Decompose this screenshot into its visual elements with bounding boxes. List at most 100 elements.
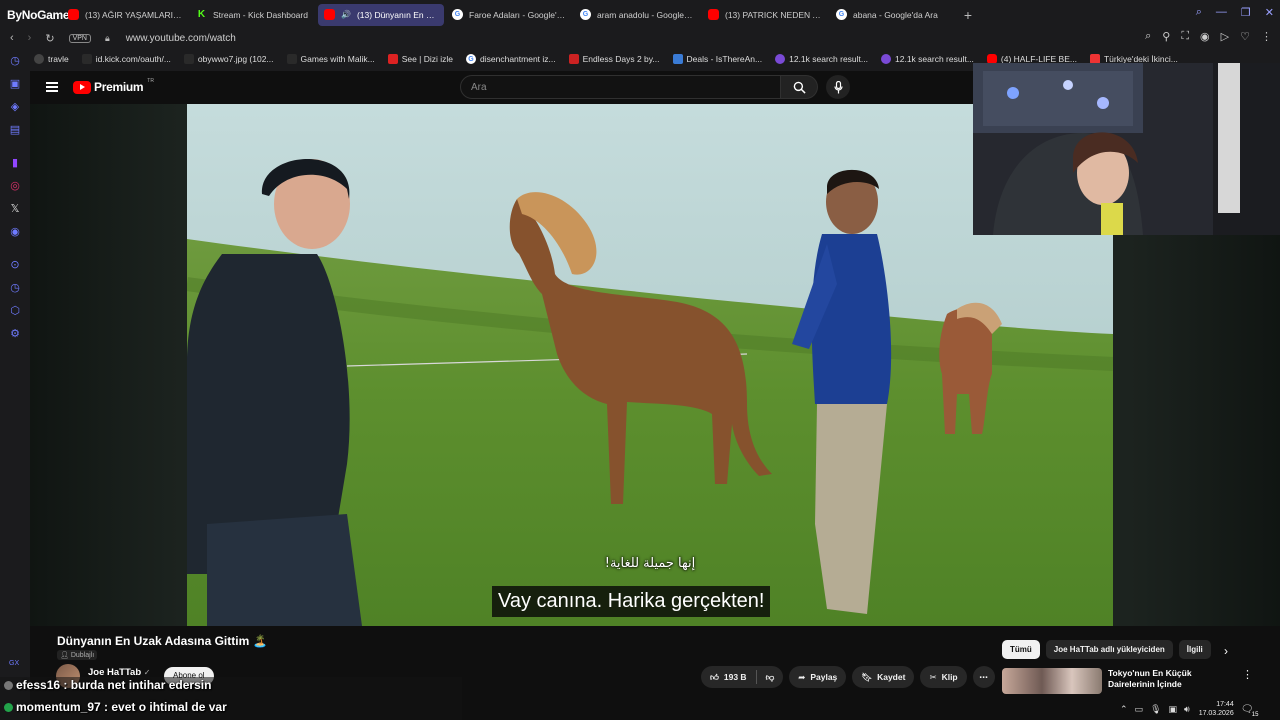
bookmark[interactable]: 12.1k search result...	[775, 54, 868, 64]
mic-icon[interactable]: 🎙︎	[1150, 704, 1161, 715]
chat-message: efess16 : burda net intihar edersin	[4, 678, 211, 692]
play-circle-icon[interactable]: ⊙	[8, 257, 22, 271]
browser-tab[interactable]: (13) PATRICK NEDEN APTA...	[702, 4, 828, 26]
chip-from-uploader[interactable]: Joe HaTTab adlı yükleyiciden	[1045, 640, 1173, 659]
more-icon[interactable]: ⋮	[1261, 30, 1272, 43]
dislike-button[interactable]: 👎︎	[757, 666, 784, 688]
vpn-badge[interactable]: VPN	[68, 33, 91, 43]
dubbed-badge: 👤︎ Dublajlı	[57, 650, 98, 660]
search-input[interactable]: Ara	[460, 75, 781, 99]
youtube-icon	[708, 9, 719, 20]
browser-tab[interactable]: Garam anadolu - Google'da...	[574, 4, 700, 26]
twitch-icon[interactable]: ▮	[8, 155, 22, 169]
bookmark[interactable]: 12.1k search result...	[881, 54, 974, 64]
screenshot-icon[interactable]: ⛶	[1181, 30, 1189, 43]
gx-icon[interactable]: GX	[9, 660, 19, 667]
clock[interactable]: 17:44 17.03.2026	[1199, 700, 1234, 718]
message-icon[interactable]: ▤	[8, 122, 22, 136]
new-tab-button[interactable]: +	[958, 7, 978, 23]
recommended-title[interactable]: Tokyo'nun En Küçük Dairelerinin İçinde	[1108, 668, 1234, 694]
lock-icon[interactable]: 🔒︎	[105, 33, 110, 44]
browser-tab[interactable]: K Stream - Kick Dashboard	[190, 4, 316, 26]
recommendation-chips: Tümü Joe HaTTab adlı yükleyiciden İlgili	[1002, 640, 1211, 659]
pin-icon[interactable]: ⚲	[1162, 30, 1170, 43]
audio-icon[interactable]: 🔊	[341, 10, 351, 19]
google-icon: G	[452, 9, 463, 20]
chip-all[interactable]: Tümü	[1002, 640, 1040, 659]
camera-icon[interactable]: ◉	[1200, 30, 1210, 43]
bookmark[interactable]: Gdisenchantment iz...	[466, 54, 556, 64]
bookmark-label: 12.1k search result...	[789, 54, 868, 64]
browser-tab[interactable]: (13) AĞIR YAŞAMLARIN EN...	[62, 4, 188, 26]
thumbs-up-icon: 👍︎	[710, 671, 719, 682]
bookmark[interactable]: See | Dizi izle	[387, 54, 453, 64]
network-icon[interactable]: ▣	[1169, 704, 1178, 715]
clock-icon[interactable]: ◷	[8, 280, 22, 294]
stream-chat-overlay: efess16 : burda net intihar edersin mome…	[0, 677, 462, 720]
window-controls: ⌕ — ❐ ✕	[1196, 6, 1274, 19]
x-icon[interactable]: 𝕏	[8, 201, 22, 215]
clip-button[interactable]: ✂ Klip	[920, 666, 967, 688]
share-button[interactable]: ➦ Paylaş	[789, 666, 847, 688]
google-icon: G	[836, 9, 847, 20]
reload-icon[interactable]: ↻	[45, 32, 54, 45]
more-actions-button[interactable]: ⋯	[972, 666, 995, 688]
save-button[interactable]: 🔖︎ Kaydet	[852, 666, 915, 688]
like-button[interactable]: 👍︎ 193 B	[701, 666, 756, 688]
recommended-thumbnail[interactable]	[1002, 668, 1102, 694]
bag-icon[interactable]: ▣	[8, 76, 22, 90]
bookmark-icon: 🔖︎	[861, 671, 873, 682]
bookmark[interactable]: Games with Malik...	[286, 54, 375, 64]
restore-icon[interactable]: ❐	[1241, 6, 1251, 19]
bookmark-label: Games with Malik...	[300, 54, 375, 64]
subtitle-turkish: Vay canına. Harika gerçekten!	[492, 586, 771, 617]
menu-icon[interactable]	[46, 82, 58, 92]
bookmark[interactable]: obywwo7.jpg (102...	[183, 54, 274, 64]
chip-related[interactable]: İlgili	[1178, 640, 1211, 659]
youtube-logo[interactable]: Premium TR	[73, 78, 154, 94]
site-icon	[881, 54, 891, 64]
bookmark[interactable]: travle	[34, 54, 69, 64]
url-field[interactable]: www.youtube.com/watch	[126, 33, 236, 44]
close-icon[interactable]: ✕	[1265, 6, 1274, 19]
browser-tab[interactable]: G Faroe Adaları - Google'da...	[446, 4, 572, 26]
bookmark[interactable]: Deals - IsThereAn...	[672, 54, 763, 64]
browser-tab[interactable]: Gabana - Google'da Ara	[830, 4, 956, 26]
clock-time: 17:44	[1216, 701, 1234, 708]
more-vert-icon[interactable]: ⋮	[1242, 668, 1253, 694]
bookmark-label: Deals - IsThereAn...	[686, 54, 763, 64]
history-icon[interactable]: ◷	[8, 53, 22, 67]
bookmark[interactable]: Endless Days 2 by...	[568, 54, 660, 64]
chevron-up-icon[interactable]: ⌃	[1120, 704, 1128, 715]
user-badge-icon	[4, 681, 13, 690]
settings-icon[interactable]: ⚙	[8, 326, 22, 340]
recommended-video[interactable]: Tokyo'nun En Küçük Dairelerinin İçinde ⋮	[1002, 668, 1253, 694]
cube-icon[interactable]: ⬡	[8, 303, 22, 317]
person-icon: 👤︎	[60, 652, 69, 659]
display-icon[interactable]: ▭	[1135, 704, 1144, 715]
zoom-icon[interactable]: ⌕	[1145, 30, 1151, 43]
browser-tab-active[interactable]: 🔊 (13) Dünyanın En Uzak...	[318, 3, 444, 26]
notification-count: 15	[1251, 711, 1259, 718]
search-tabs-icon[interactable]: ⌕	[1196, 6, 1202, 19]
gamepad-icon[interactable]: ◈	[8, 99, 22, 113]
heart-icon[interactable]: ♡	[1240, 30, 1250, 43]
forward-icon[interactable]: ›	[28, 32, 32, 44]
like-count: 193 B	[723, 672, 747, 682]
play-icon[interactable]: ▷	[1221, 30, 1229, 43]
chevron-right-icon[interactable]: ›	[1224, 644, 1228, 658]
back-icon[interactable]: ‹	[10, 32, 14, 44]
search-button[interactable]	[781, 75, 818, 99]
voice-search-button[interactable]	[826, 75, 850, 99]
notifications-button[interactable]: 🗨︎ 15	[1241, 704, 1259, 718]
instagram-icon[interactable]: ◎	[8, 178, 22, 192]
tag-icon	[672, 54, 683, 64]
minimize-icon[interactable]: —	[1216, 6, 1227, 19]
bookmark[interactable]: id.kick.com/oauth/...	[81, 54, 171, 64]
discord-icon[interactable]: ◉	[8, 224, 22, 238]
subtitle-arabic: إنها جميلة للغاية!	[604, 556, 696, 571]
google-icon: G	[580, 9, 591, 20]
volume-icon[interactable]: 🔊︎	[1184, 704, 1190, 715]
bookmark-label: Endless Days 2 by...	[582, 54, 660, 64]
like-dislike-group: 👍︎ 193 B 👎︎	[701, 666, 784, 688]
